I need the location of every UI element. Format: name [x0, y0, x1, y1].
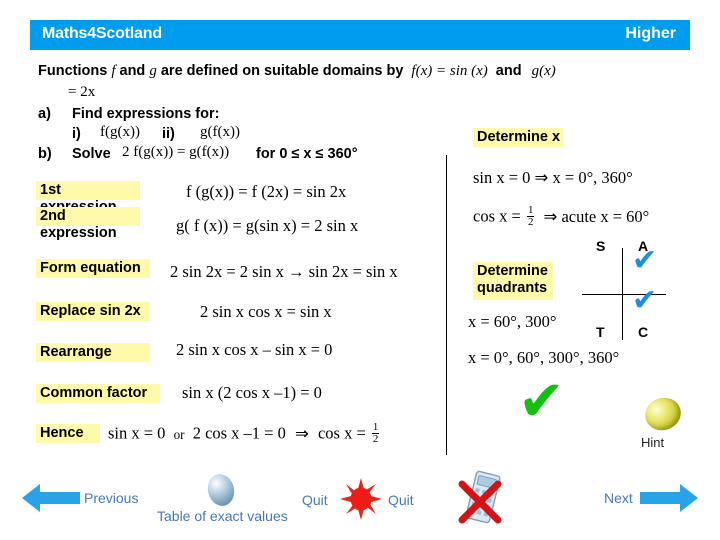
callout-common-factor: Common factor: [36, 384, 160, 403]
callout-determine-quadrants: Determine quadrants: [473, 262, 553, 300]
function-f-symbol: f: [111, 63, 116, 79]
part-a-label: a): [38, 106, 51, 122]
part-a-ii-expression: g(f(x)): [200, 124, 240, 140]
hence-cos-value-lhs: cos x =: [317, 423, 366, 443]
callout-replace-sin-2x: Replace sin 2x: [36, 302, 150, 321]
cos-line-lhs: cos x =: [473, 206, 521, 226]
table-of-values-orb-icon[interactable]: [204, 471, 238, 509]
cos-line-rhs: ⇒ acute x = 60°: [543, 206, 650, 226]
checkmark-icon-quadrant-cos: ✔: [632, 283, 658, 318]
question-word-and-1: and: [119, 63, 146, 79]
callout-first-expression: 1st expression: [36, 181, 140, 215]
definition-g-of-x-rhs: = 2x: [68, 84, 96, 100]
working-right-final-answer: x = 0°, 60°, 300°, 360°: [468, 348, 620, 367]
question-line-1: Functions f and g are defined on suitabl…: [38, 63, 556, 80]
question-domain-text: are defined on suitable domains by: [160, 63, 404, 79]
callout-second-expression-label: 2nd expression: [40, 208, 117, 242]
no-calculator-cross-icon: [458, 480, 502, 524]
working-right-sin-line: sin x = 0 ⇒ x = 0°, 360°: [473, 168, 633, 187]
callout-determine-x: Determine x: [473, 128, 563, 147]
working-eq-double-angle: 2 sin x cos x = sin x: [200, 302, 332, 321]
previous-arrow-icon[interactable]: [22, 482, 80, 514]
quadrant-label-cos: C: [638, 324, 649, 340]
part-b-range: for 0 ≤ x ≤ 360°: [256, 146, 358, 162]
callout-determine-x-label: Determine x: [477, 129, 561, 145]
callout-common-factor-label: Common factor: [40, 385, 148, 401]
page-title: Maths4Scotland: [42, 25, 162, 42]
column-divider: [446, 155, 447, 455]
cos-fraction-denominator: 2: [527, 216, 534, 229]
course-level-label: Higher: [625, 25, 676, 42]
quadrant-label-sine: S: [596, 238, 606, 254]
cos-fraction-half: 1 2: [526, 204, 535, 229]
definition-g-of-x-lhs: g(x): [531, 63, 556, 79]
part-a-text: Find expressions for:: [72, 106, 220, 122]
question-word-functions: Functions: [38, 63, 108, 79]
hint-orb-icon[interactable]: [640, 393, 686, 435]
quit-left-label[interactable]: Quit: [302, 492, 328, 508]
hint-label[interactable]: Hint: [641, 435, 664, 450]
callout-second-expression: 2nd expression: [36, 207, 140, 241]
quadrant-label-tan: T: [596, 324, 605, 340]
callout-form-equation: Form equation: [36, 259, 150, 278]
previous-button-label[interactable]: Previous: [84, 490, 138, 506]
working-eq-hence: sin x = 0 or 2 cos x –1 = 0 ⇒ cos x = 1 …: [108, 421, 381, 446]
cast-quadrant-diagram: S A T C ✔ ✔: [576, 238, 676, 348]
part-a-i-label: i): [72, 126, 81, 142]
slide-canvas: Maths4Scotland Higher Functions f and g …: [0, 0, 720, 540]
quit-right-label[interactable]: Quit: [388, 492, 414, 508]
working-eq-rearranged: 2 sin x cos x – sin x = 0: [176, 340, 333, 359]
callout-rearrange: Rearrange: [36, 343, 150, 362]
part-b-label: b): [38, 146, 52, 162]
callout-replace-sin-2x-label: Replace sin 2x: [40, 303, 141, 319]
callout-form-equation-label: Form equation: [40, 260, 141, 276]
callout-rearrange-label: Rearrange: [40, 344, 112, 360]
working-eq-gf: g( f (x)) = g(sin x) = 2 sin x: [176, 216, 359, 235]
working-right-quadrant-answer: x = 60°, 300°: [468, 312, 557, 331]
working-right-cos-line: cos x = 1 2 ⇒ acute x = 60°: [473, 204, 650, 229]
working-eq-fg: f (g(x)) = f (2x) = sin 2x: [186, 182, 347, 201]
working-eq-factorised: sin x (2 cos x –1) = 0: [182, 383, 322, 402]
callout-hence: Hence: [36, 424, 100, 443]
next-button-label[interactable]: Next: [604, 490, 633, 506]
working-eq-form: 2 sin 2x = 2 sin x → sin 2x = sin x: [170, 262, 398, 281]
part-a-ii-label: ii): [162, 126, 175, 142]
function-g-symbol: g: [149, 63, 157, 79]
part-a-i-expression: f(g(x)): [100, 124, 140, 140]
next-arrow-icon[interactable]: [640, 482, 698, 514]
checkmark-icon-answer-correct: ✔: [518, 369, 565, 434]
callout-hence-label: Hence: [40, 425, 84, 441]
part-b-text: Solve: [72, 146, 111, 162]
table-of-values-label[interactable]: Table of exact values: [157, 508, 288, 524]
hence-cos-equation: 2 cos x –1 = 0: [192, 423, 286, 443]
quit-sun-icon[interactable]: [340, 478, 382, 520]
question-word-and-2: and: [495, 63, 522, 79]
checkmark-icon-quadrant-all: ✔: [632, 243, 658, 278]
definition-f-of-x: f(x) = sin (x): [411, 63, 488, 79]
hence-or-word: or: [173, 426, 185, 442]
hence-implies-arrow: ⇒: [295, 423, 309, 443]
callout-determine-quadrants-label: Determine quadrants: [477, 263, 548, 297]
header-bar: Maths4Scotland Higher: [30, 20, 690, 50]
part-b-equation: 2 f(g(x)) = g(f(x)): [122, 144, 230, 160]
hence-sin-root: sin x = 0: [108, 423, 166, 443]
hence-fraction-half: 1 2: [371, 421, 380, 446]
hence-fraction-denominator: 2: [372, 433, 379, 446]
